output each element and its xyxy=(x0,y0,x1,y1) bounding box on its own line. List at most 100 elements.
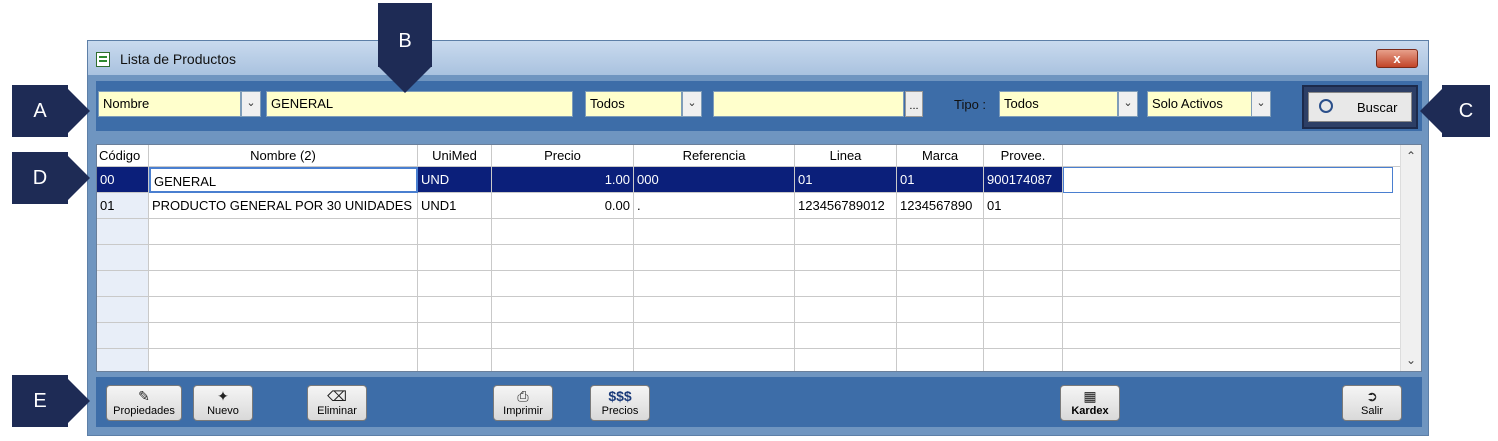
empty-cell[interactable] xyxy=(492,349,634,371)
table-cell[interactable]: UND xyxy=(418,167,492,193)
eliminar-button[interactable]: ⌫ Eliminar xyxy=(307,385,367,421)
empty-cell[interactable] xyxy=(634,219,795,245)
empty-cell[interactable] xyxy=(492,323,634,349)
empty-cell[interactable] xyxy=(97,219,149,245)
table-cell-editing[interactable]: GENERAL xyxy=(149,167,418,193)
column-header-codigo[interactable]: Código xyxy=(97,145,149,167)
column-header-referencia[interactable]: Referencia xyxy=(634,145,795,167)
browse-button[interactable]: ... xyxy=(905,91,923,117)
empty-cell[interactable] xyxy=(795,349,897,371)
empty-cell[interactable] xyxy=(897,349,984,371)
table-cell[interactable]: 900174087 xyxy=(984,167,1063,193)
table-cell[interactable]: UND1 xyxy=(418,193,492,219)
empty-cell[interactable] xyxy=(634,323,795,349)
table-cell[interactable]: 1.00 xyxy=(492,167,634,193)
empty-cell[interactable] xyxy=(149,219,418,245)
empty-cell[interactable] xyxy=(1063,271,1403,297)
empty-cell[interactable] xyxy=(97,323,149,349)
empty-cell[interactable] xyxy=(1063,323,1403,349)
column-header-provee[interactable]: Provee. xyxy=(984,145,1063,167)
group-value-input[interactable] xyxy=(713,91,904,117)
empty-cell[interactable] xyxy=(492,245,634,271)
empty-cell[interactable] xyxy=(897,245,984,271)
empty-cell[interactable] xyxy=(634,245,795,271)
empty-cell[interactable] xyxy=(149,245,418,271)
empty-cell[interactable] xyxy=(634,271,795,297)
table-cell[interactable]: 1234567890 xyxy=(897,193,984,219)
empty-cell[interactable] xyxy=(418,245,492,271)
table-cell[interactable]: . xyxy=(634,193,795,219)
table-cell[interactable]: 123456789012 xyxy=(795,193,897,219)
column-header-unimed[interactable]: UniMed xyxy=(418,145,492,167)
empty-cell[interactable] xyxy=(984,349,1063,371)
empty-cell[interactable] xyxy=(149,349,418,371)
column-header-linea[interactable]: Linea xyxy=(795,145,897,167)
empty-cell[interactable] xyxy=(984,271,1063,297)
vertical-scrollbar[interactable]: ⌃ ⌄ xyxy=(1400,145,1421,371)
empty-cell[interactable] xyxy=(97,271,149,297)
empty-cell[interactable] xyxy=(149,323,418,349)
scroll-down-icon[interactable]: ⌄ xyxy=(1401,353,1421,367)
status-select-chevron-down-icon[interactable]: ⌄ xyxy=(1251,91,1271,117)
empty-cell[interactable] xyxy=(418,323,492,349)
table-cell[interactable]: 0.00 xyxy=(492,193,634,219)
tipo-select[interactable]: Todos xyxy=(999,91,1118,117)
column-header-marca[interactable]: Marca xyxy=(897,145,984,167)
empty-cell[interactable] xyxy=(97,245,149,271)
column-header-precio[interactable]: Precio xyxy=(492,145,634,167)
empty-cell[interactable] xyxy=(634,297,795,323)
table-cell[interactable]: 00 xyxy=(97,167,149,193)
empty-cell[interactable] xyxy=(897,297,984,323)
empty-cell[interactable] xyxy=(984,297,1063,323)
empty-cell[interactable] xyxy=(418,297,492,323)
empty-cell[interactable] xyxy=(634,349,795,371)
table-cell[interactable]: 01 xyxy=(795,167,897,193)
empty-cell[interactable] xyxy=(795,245,897,271)
search-button[interactable]: Buscar xyxy=(1308,92,1412,122)
empty-cell[interactable] xyxy=(418,271,492,297)
empty-cell[interactable] xyxy=(492,271,634,297)
empty-cell[interactable] xyxy=(897,323,984,349)
empty-cell[interactable] xyxy=(1063,219,1403,245)
empty-cell[interactable] xyxy=(795,219,897,245)
column-header-nombre[interactable]: Nombre (2) xyxy=(149,145,418,167)
empty-cell[interactable] xyxy=(492,297,634,323)
empty-cell[interactable] xyxy=(418,349,492,371)
propiedades-button[interactable]: ✎ Propiedades xyxy=(106,385,182,421)
status-select[interactable]: Solo Activos xyxy=(1147,91,1252,117)
empty-cell[interactable] xyxy=(1063,245,1403,271)
tipo-select-chevron-down-icon[interactable]: ⌄ xyxy=(1118,91,1138,117)
table-cell[interactable]: 01 xyxy=(984,193,1063,219)
group-select-chevron-down-icon[interactable]: ⌄ xyxy=(682,91,702,117)
imprimir-button[interactable]: ⎙ Imprimir xyxy=(493,385,553,421)
empty-cell[interactable] xyxy=(897,271,984,297)
kardex-button[interactable]: ▦ Kardex xyxy=(1060,385,1120,421)
scroll-up-icon[interactable]: ⌃ xyxy=(1401,149,1421,163)
empty-cell[interactable] xyxy=(984,219,1063,245)
search-input[interactable]: GENERAL xyxy=(266,91,573,117)
empty-cell[interactable] xyxy=(149,271,418,297)
group-select[interactable]: Todos xyxy=(585,91,682,117)
close-button[interactable]: x xyxy=(1376,49,1418,68)
empty-cell[interactable] xyxy=(418,219,492,245)
nuevo-button[interactable]: ✦ Nuevo xyxy=(193,385,253,421)
field-select[interactable]: Nombre xyxy=(98,91,241,117)
precios-button[interactable]: $$$ Precios xyxy=(590,385,650,421)
table-cell[interactable]: PRODUCTO GENERAL POR 30 UNIDADES xyxy=(149,193,418,219)
empty-cell[interactable] xyxy=(97,297,149,323)
empty-cell[interactable] xyxy=(795,271,897,297)
empty-cell[interactable] xyxy=(795,323,897,349)
table-cell[interactable]: 01 xyxy=(897,167,984,193)
empty-cell[interactable] xyxy=(984,323,1063,349)
table-cell[interactable]: 01 xyxy=(97,193,149,219)
empty-cell[interactable] xyxy=(795,297,897,323)
empty-cell[interactable] xyxy=(1063,297,1403,323)
empty-cell[interactable] xyxy=(984,245,1063,271)
empty-cell[interactable] xyxy=(492,219,634,245)
table-cell[interactable]: 000 xyxy=(634,167,795,193)
field-select-chevron-down-icon[interactable]: ⌄ xyxy=(241,91,261,117)
empty-cell[interactable] xyxy=(97,349,149,371)
empty-cell[interactable] xyxy=(897,219,984,245)
empty-cell[interactable] xyxy=(1063,349,1403,371)
salir-button[interactable]: ➲ Salir xyxy=(1342,385,1402,421)
